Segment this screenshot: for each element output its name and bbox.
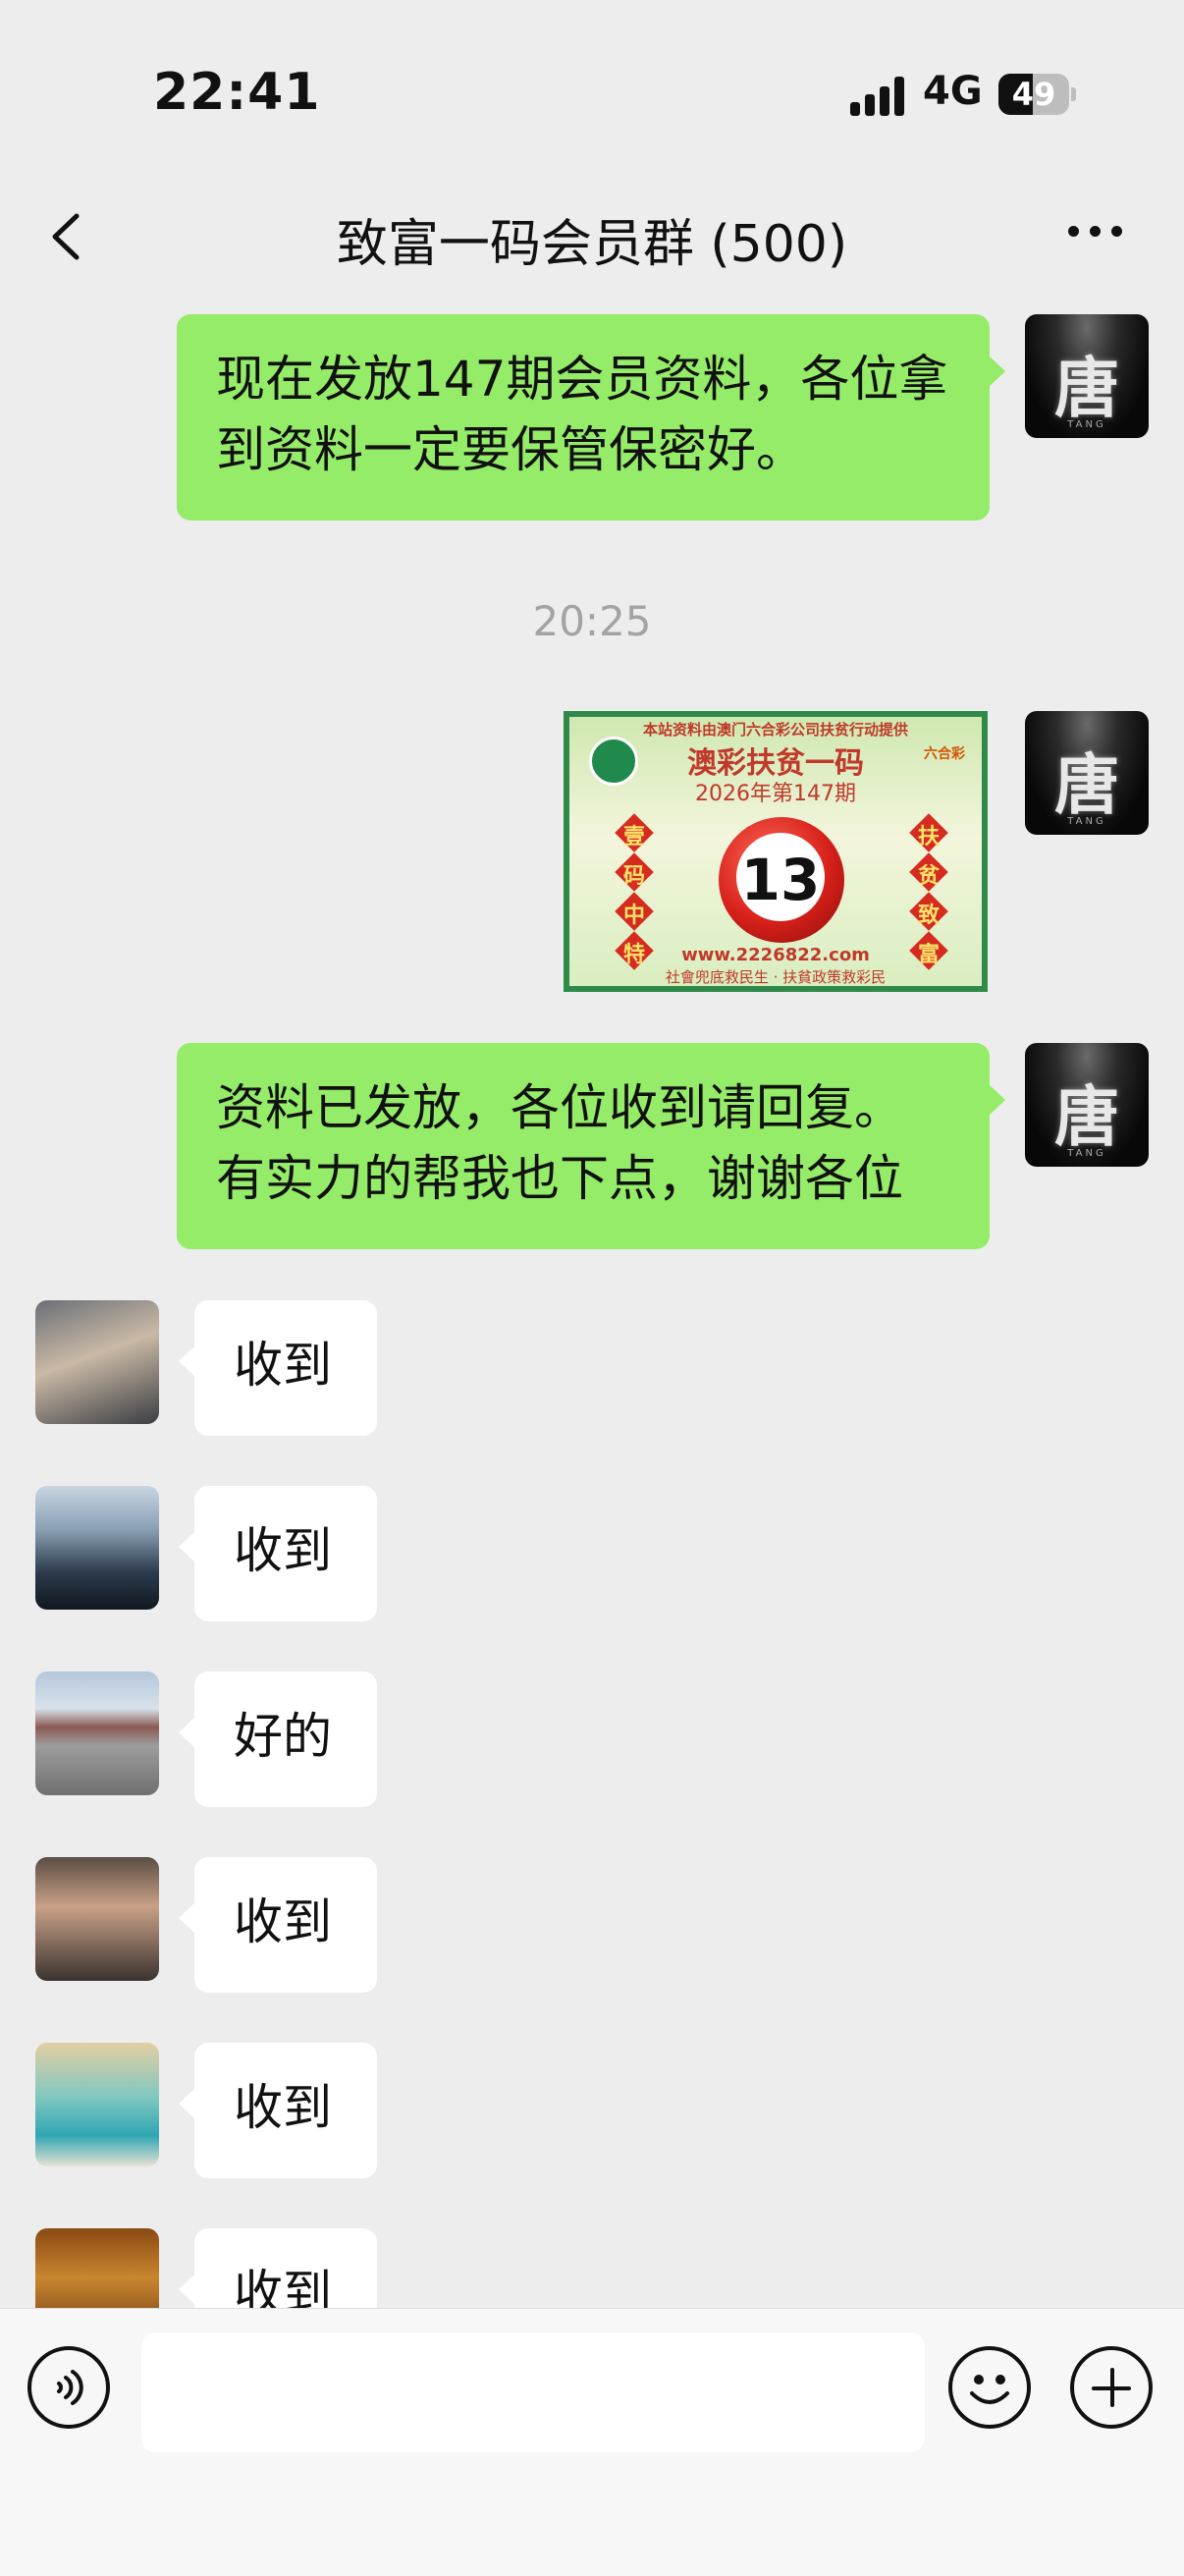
avatar[interactable]: 唐 TANG <box>1025 1043 1149 1167</box>
poster-char: 扶 <box>917 825 940 850</box>
nav-bar: 致富一码会员群 (500) <box>0 187 1184 285</box>
avatar-glyph: 唐 <box>1054 350 1119 426</box>
chat-title: 致富一码会员群 (500) <box>336 215 848 274</box>
poster-top-line: 本站资料由澳门六合彩公司扶贫行动提供 <box>642 721 908 739</box>
avatar-subtext: TANG <box>1067 1148 1106 1159</box>
poster-char: 贫 <box>917 864 940 889</box>
avatar[interactable] <box>35 1486 159 1610</box>
avatar[interactable] <box>35 2043 159 2166</box>
avatar[interactable]: 唐 TANG <box>1025 314 1149 438</box>
poster-char: 中 <box>622 904 645 928</box>
message-bubble[interactable]: 收到 <box>179 1300 377 1436</box>
poster-char: 壹 <box>622 825 645 850</box>
avatar-subtext: TANG <box>1067 816 1106 827</box>
poster-url: www.2226822.com <box>681 945 870 965</box>
message-bubble[interactable]: 收到 <box>179 2043 377 2178</box>
poster-char: 致 <box>917 904 940 928</box>
avatar[interactable] <box>35 1857 159 1981</box>
plus-icon[interactable] <box>1070 2346 1153 2429</box>
message-bubble[interactable]: 收到 <box>179 2228 377 2308</box>
message-bubble[interactable]: 好的 <box>179 1672 377 1807</box>
message-timestamp: 20:25 <box>532 597 652 645</box>
poster-char: 码 <box>622 864 645 889</box>
input-bar <box>0 2308 1184 2576</box>
message-bubble[interactable]: 收到 <box>179 1486 377 1621</box>
message-bubble[interactable]: 现在发放147期会员资料，各位拿到资料一定要保管保密好。 <box>177 314 1005 521</box>
back-arrow-icon[interactable] <box>43 210 92 263</box>
chat-area[interactable]: 唐 TANG 现在发放147期会员资料，各位拿到资料一定要保管保密好。 20:2… <box>0 295 1184 2308</box>
image-message[interactable]: 六合彩 本站资料由澳门六合彩公司扶贫行动提供 澳彩扶贫一码 2026年第147期… <box>564 711 988 992</box>
status-bar: 22:41 4G 49 <box>0 0 1184 187</box>
poster-issue: 2026年第147期 <box>695 782 856 806</box>
number-ball: 13 <box>719 817 844 943</box>
more-icon[interactable] <box>1060 216 1129 246</box>
status-time: 22:41 <box>153 63 321 122</box>
message-bubble[interactable]: 收到 <box>179 1857 377 1993</box>
signal-icon <box>850 77 905 116</box>
emoji-icon[interactable] <box>948 2346 1031 2429</box>
avatar-glyph: 唐 <box>1054 746 1119 823</box>
avatar[interactable] <box>35 1300 159 1424</box>
battery-icon: 49 <box>998 74 1076 115</box>
avatar[interactable]: 唐 TANG <box>1025 711 1149 835</box>
message-bubble[interactable]: 资料已发放，各位收到请回复。有实力的帮我也下点，谢谢各位 <box>177 1043 1005 1249</box>
battery-percent: 49 <box>1011 76 1056 113</box>
avatar[interactable] <box>35 1672 159 1795</box>
poster-slogan: 社會兜底救民生 · 扶貧政策救彩民 <box>665 968 887 986</box>
voice-icon[interactable] <box>27 2346 110 2429</box>
ball-number: 13 <box>740 847 821 913</box>
avatar-subtext: TANG <box>1067 419 1106 430</box>
network-type: 4G <box>923 69 983 114</box>
avatar[interactable] <box>35 2228 159 2308</box>
avatar-glyph: 唐 <box>1054 1078 1119 1155</box>
message-input[interactable] <box>141 2332 925 2452</box>
